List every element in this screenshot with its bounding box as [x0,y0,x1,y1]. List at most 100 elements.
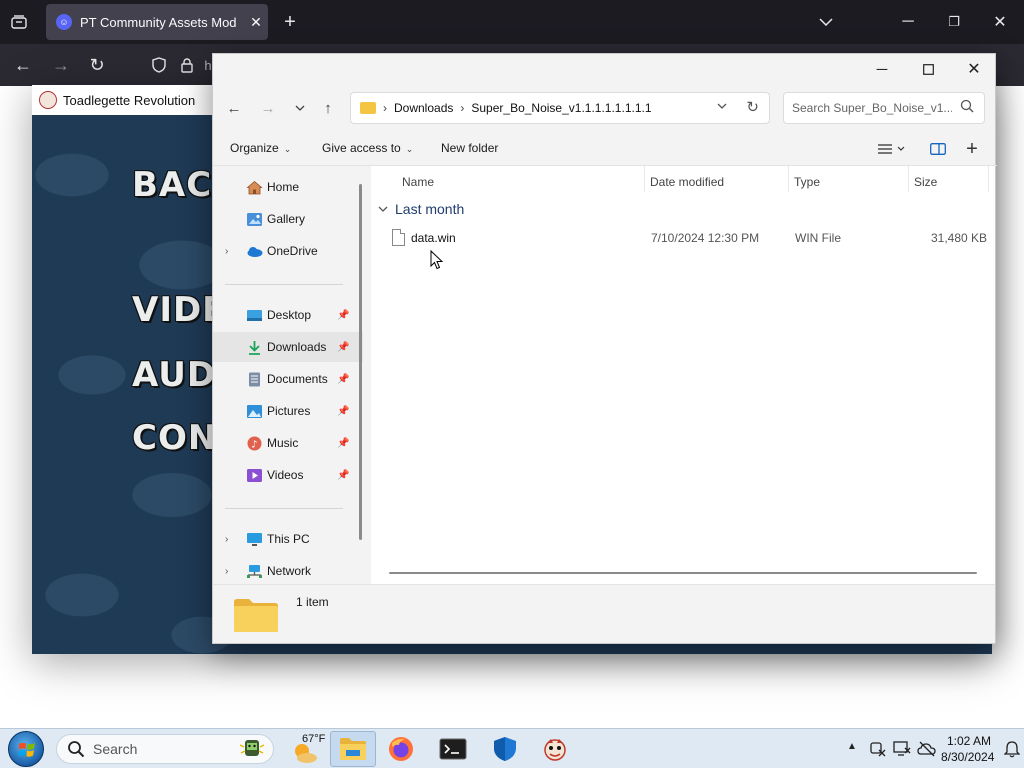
search-box[interactable] [783,92,985,124]
nav-item-network[interactable]: › Network [213,556,363,586]
nav-item-music[interactable]: ♪ Music 📌 [213,428,363,458]
column-separator[interactable] [988,166,989,192]
pin-icon[interactable]: 📌 [337,438,349,449]
chevron-right-icon[interactable]: › [225,246,228,257]
explorer-toolbar: Organize ⌄ Give access to ⌄ New folder + [213,132,997,166]
pin-icon[interactable]: 📌 [337,470,349,481]
file-icon [392,229,405,246]
nav-item-home[interactable]: Home [213,172,363,202]
navigation-pane: Home Gallery › OneDrive Desktop 📌 Downlo… [213,166,371,584]
organize-label: Organize [230,141,279,155]
tab-close-icon[interactable]: ✕ [244,14,268,31]
new-folder-button[interactable]: New folder [441,141,498,155]
close-icon[interactable]: ✕ [951,54,997,84]
browser-tab[interactable]: ☺ PT Community Assets Mod ✕ [46,4,268,40]
clock-time[interactable]: 1:02 AM [947,734,991,748]
start-button[interactable] [8,731,44,767]
documents-icon [249,372,260,386]
taskbar-file-explorer[interactable] [330,731,376,767]
nav-item-onedrive[interactable]: › OneDrive [213,236,363,266]
taskbar-game[interactable] [532,731,578,767]
chevron-right-icon[interactable]: › [225,566,228,577]
recent-locations-chevron-icon[interactable] [287,96,313,120]
forward-icon[interactable]: → [50,55,72,75]
search-input[interactable] [792,101,952,115]
nav-label-onedrive: OneDrive [267,244,318,258]
nav-item-videos[interactable]: Videos 📌 [213,460,363,490]
table-row[interactable]: data.win 7/10/2024 12:30 PM WIN File 31,… [379,225,991,251]
nav-item-downloads[interactable]: Downloads 📌 [213,332,363,362]
nav-item-gallery[interactable]: Gallery [213,204,363,234]
mouse-cursor-icon [430,250,444,270]
videos-icon [247,468,262,482]
onedrive-status-icon[interactable] [917,740,937,758]
column-separator[interactable] [908,166,909,192]
column-header-date-modified[interactable]: Date modified [650,175,724,189]
tab-list-icon[interactable] [8,12,30,32]
column-header-size[interactable]: Size [914,175,937,189]
weather-temperature: 67°F [302,733,326,745]
pin-icon[interactable]: 📌 [337,374,349,385]
organize-button[interactable]: Organize ⌄ [230,141,291,155]
search-icon[interactable] [960,99,974,113]
nav-scrollbar[interactable] [359,184,362,540]
column-separator[interactable] [644,166,645,192]
pin-icon[interactable]: 📌 [337,406,349,417]
nav-divider [225,508,343,509]
back-arrow-icon[interactable]: ← [221,96,247,120]
nav-item-this-pc[interactable]: › This PC [213,524,363,554]
group-label: Last month [395,201,465,217]
clock-date[interactable]: 8/30/2024 [941,750,994,764]
taskbar-search-label: Search [93,741,138,757]
taskbar-terminal[interactable] [430,731,476,767]
search-icon [68,741,85,758]
new-tab-icon[interactable]: + [280,11,300,33]
desktop-icon [247,309,262,321]
back-icon[interactable]: ← [12,55,34,75]
chevron-right-icon[interactable]: › [225,534,228,545]
game-icon [544,739,566,761]
nav-item-pictures[interactable]: Pictures 📌 [213,396,363,426]
horizontal-scrollbar[interactable] [389,572,977,574]
network-status-icon[interactable] [893,740,911,758]
preview-pane-icon[interactable] [927,138,949,160]
taskbar-search[interactable]: Search [56,734,274,764]
refresh-icon[interactable]: ↻ [746,98,759,116]
taskbar-firefox[interactable] [378,731,424,767]
column-header-type[interactable]: Type [794,175,820,189]
taskbar-defender[interactable] [482,731,528,767]
add-icon[interactable]: + [961,138,983,160]
file-explorer-dialog: ─ ✕ ← → ↑ › Downloads › Super_Bo_Noise_v… [212,53,997,644]
pin-icon[interactable]: 📌 [337,310,349,321]
weather-widget[interactable]: 67°F [288,731,328,767]
browser-minimize-icon[interactable]: ─ [898,12,918,32]
reload-icon[interactable]: ↻ [86,55,108,75]
forward-arrow-icon[interactable]: → [255,96,281,120]
column-header-name[interactable]: Name [402,175,434,189]
terminal-icon [439,738,467,760]
nav-item-desktop[interactable]: Desktop 📌 [213,300,363,330]
give-access-button[interactable]: Give access to ⌄ [322,141,413,155]
address-dropdown-icon[interactable] [717,100,727,112]
column-separator[interactable] [788,166,789,192]
maximize-icon[interactable] [905,54,951,84]
bluetooth-status-icon[interactable] [869,740,887,758]
browser-close-icon[interactable]: ✕ [990,12,1010,32]
shield-icon[interactable] [150,55,168,75]
explorer-address-row: ← → ↑ › Downloads › Super_Bo_Noise_v1.1.… [213,84,997,132]
pin-icon[interactable]: 📌 [337,342,349,353]
up-arrow-icon[interactable]: ↑ [315,96,341,120]
group-header[interactable]: Last month [378,201,464,217]
browser-restore-icon[interactable]: ❐ [944,12,964,32]
item-count: 1 item [296,595,329,609]
show-hidden-icons-icon[interactable]: ▲ [847,741,857,752]
minimize-icon[interactable]: ─ [859,54,905,84]
list-all-tabs-icon[interactable] [816,12,836,32]
breadcrumb-downloads[interactable]: Downloads [394,101,453,115]
notification-bell-icon[interactable] [1004,740,1020,758]
nav-item-documents[interactable]: Documents 📌 [213,364,363,394]
lock-icon[interactable] [178,55,196,75]
view-options-icon[interactable] [871,138,911,160]
address-bar[interactable]: › Downloads › Super_Bo_Noise_v1.1.1.1.1.… [350,92,770,124]
breadcrumb-current-folder[interactable]: Super_Bo_Noise_v1.1.1.1.1.1.1.1 [471,101,651,115]
